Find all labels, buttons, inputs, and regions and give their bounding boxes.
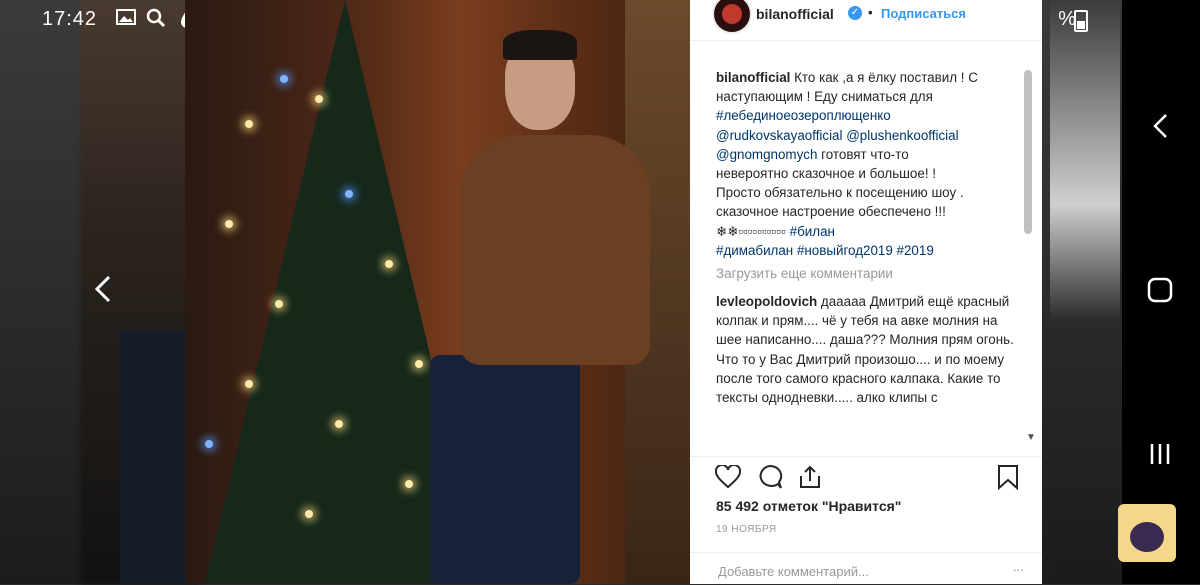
- tree-light: [205, 440, 213, 448]
- likes-count[interactable]: 85 492 отметок "Нравится": [716, 498, 901, 514]
- scroll-down-arrow-icon[interactable]: ▼: [1026, 432, 1036, 443]
- share-icon[interactable]: [796, 463, 824, 491]
- blurred-background-right: [1050, 0, 1120, 584]
- search-icon: [146, 8, 166, 34]
- back-arrow-icon: [1153, 114, 1167, 138]
- channel-logo-watermark: [1118, 504, 1176, 562]
- mention-link[interactable]: @rudkovskayaofficial: [716, 128, 842, 143]
- more-options-icon[interactable]: ...: [1013, 559, 1024, 574]
- person-hair: [503, 30, 577, 60]
- home-button[interactable]: [1140, 270, 1180, 310]
- previous-post-button[interactable]: [88, 270, 118, 308]
- snowflake-emoji: ❄❄▫▫▫▫▫▫▫▫▫▫: [716, 223, 786, 239]
- like-heart-icon[interactable]: [714, 463, 742, 491]
- battery-icon: [1074, 10, 1088, 32]
- post-actions-bar: [690, 456, 1042, 497]
- bookmark-icon[interactable]: [994, 463, 1022, 491]
- hashtag-link[interactable]: #лебединоеозероплющенко: [716, 108, 891, 123]
- post-photo: [185, 0, 690, 584]
- tree-light: [305, 510, 313, 518]
- recent-apps-button[interactable]: [1140, 434, 1180, 474]
- add-comment-input[interactable]: [716, 561, 980, 581]
- chevron-left-icon: [94, 275, 111, 303]
- caption-line: сказочное настроение обеспечено !!!: [716, 204, 946, 220]
- image-icon: [116, 8, 136, 32]
- post-date: 19 НОЯБРЯ: [716, 524, 777, 535]
- recent-apps-icon: [1150, 444, 1170, 464]
- home-square-icon: [1147, 277, 1173, 303]
- hashtag-link[interactable]: #димабилан: [716, 243, 793, 258]
- post-header: bilanofficial ✓ • Подписаться: [690, 0, 1042, 41]
- person-legs: [430, 355, 580, 584]
- comment-username[interactable]: levleopoldovich: [716, 294, 817, 309]
- hashtag-link[interactable]: #2019: [897, 243, 934, 258]
- tree-light: [245, 120, 253, 128]
- blurred-background-left-lower: [120, 330, 190, 584]
- back-button[interactable]: [1140, 106, 1180, 146]
- system-nav-bar: [1118, 0, 1200, 584]
- tree-light: [275, 300, 283, 308]
- post-info-panel: bilanofficial ✓ • Подписаться bilanoffic…: [690, 0, 1042, 584]
- tree-light: [335, 420, 343, 428]
- tree-light: [405, 480, 413, 488]
- comment-bubble-icon[interactable]: [756, 463, 784, 491]
- comment-text: дааааа Дмитрий ещё красный колпак и прям…: [716, 294, 1014, 406]
- load-more-comments-link[interactable]: Загрузить еще комментарии: [716, 266, 893, 281]
- tree-light: [385, 260, 393, 268]
- tree-light: [225, 220, 233, 228]
- caption-line: Просто обязательно к посещению шоу .: [716, 185, 964, 201]
- post-username[interactable]: bilanofficial: [756, 6, 834, 22]
- add-comment-bar: ...: [690, 552, 1042, 585]
- tree-light: [245, 380, 253, 388]
- hashtag-link[interactable]: #билан: [790, 224, 835, 239]
- follow-button[interactable]: Подписаться: [881, 6, 966, 21]
- caption-line: готовят что-то: [817, 146, 909, 162]
- status-time: 17:42: [42, 8, 98, 30]
- hashtag-link[interactable]: #новыйгод2019: [797, 243, 893, 258]
- post-caption: bilanofficial Кто как ,а я ёлку поставил…: [716, 68, 1016, 260]
- mention-link[interactable]: @plushenkoofficial: [846, 128, 958, 143]
- tree-light: [280, 75, 288, 83]
- person-body: [460, 135, 650, 365]
- verified-badge-icon: ✓: [848, 6, 862, 20]
- header-separator: •: [868, 5, 873, 20]
- comment-item: levleopoldovich дааааа Дмитрий ещё красн…: [716, 292, 1014, 454]
- tree-light: [315, 95, 323, 103]
- caption-line: наступающим ! Еду сниматься для: [716, 89, 933, 105]
- caption-line: невероятно сказочное и большое! !: [716, 166, 936, 182]
- comments-scrollbar[interactable]: [1024, 70, 1032, 234]
- mention-link[interactable]: @gnomgnomych: [716, 147, 817, 162]
- caption-line: Кто как ,а я ёлку поставил ! С: [790, 70, 978, 85]
- avatar[interactable]: [712, 0, 752, 34]
- tree-light: [345, 190, 353, 198]
- caption-username[interactable]: bilanofficial: [716, 70, 790, 85]
- tree-light: [415, 360, 423, 368]
